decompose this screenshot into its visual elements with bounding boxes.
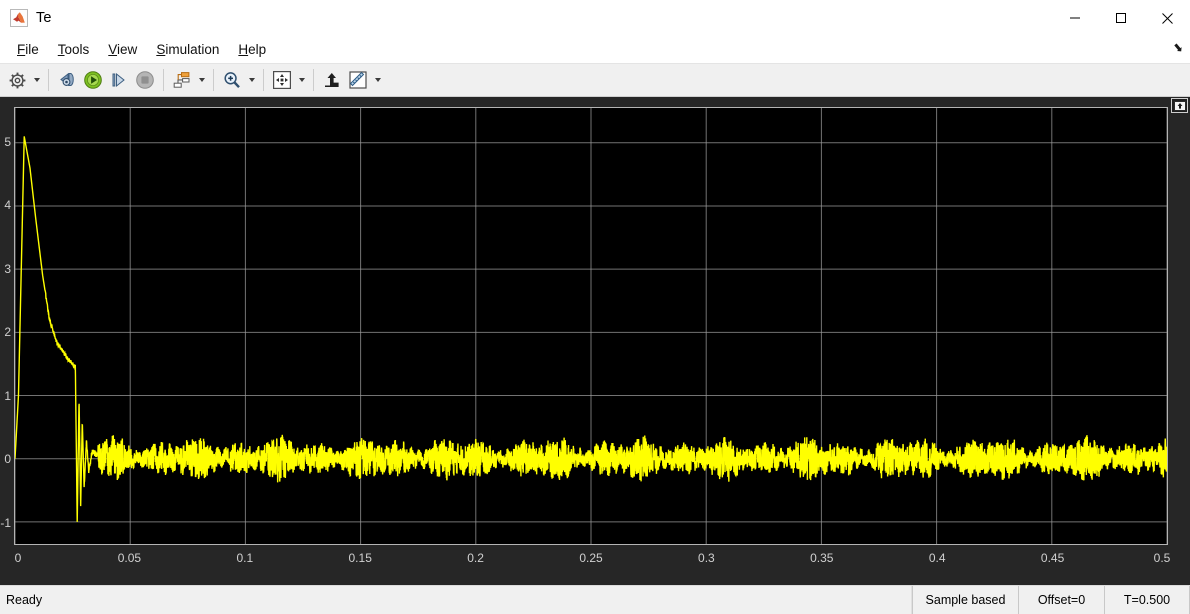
pan-fit-dropdown-arrow-icon[interactable] <box>295 67 308 93</box>
menu-tools[interactable]: Tools <box>49 40 99 60</box>
zoom-dropdown-arrow-icon[interactable] <box>245 67 258 93</box>
toolbar-separator <box>213 69 214 91</box>
x-tick-label: 0.15 <box>348 551 372 565</box>
matlab-icon <box>10 9 28 27</box>
window-controls <box>1052 0 1190 36</box>
x-tick-label: 0.5 <box>1153 551 1171 565</box>
maximize-button[interactable] <box>1098 0 1144 36</box>
toolbar-separator <box>263 69 264 91</box>
pan-fit-icon[interactable] <box>269 67 295 93</box>
toolbar-separator <box>313 69 314 91</box>
x-axis-labels: 0 0.05 0.1 0.15 0.2 0.25 0.3 0.35 0.4 0.45 0.5 <box>14 551 1171 567</box>
y-axis-labels: -1 0 1 2 3 4 5 <box>0 107 14 545</box>
step-forward-icon[interactable] <box>106 67 132 93</box>
scope-window: Te File Tools View Simulation Help -1 0 … <box>0 0 1190 614</box>
toolbar <box>0 64 1190 97</box>
x-tick-label: 0.4 <box>928 551 946 565</box>
y-tick-label: 1 <box>4 388 11 403</box>
status-bar: Ready Sample based Offset=0 T=0.500 <box>0 585 1190 614</box>
y-tick-label: 3 <box>4 261 11 276</box>
step-back-icon[interactable] <box>54 67 80 93</box>
toolbar-separator <box>48 69 49 91</box>
menu-view[interactable]: View <box>99 40 146 60</box>
x-tick-label: 0.35 <box>810 551 834 565</box>
close-button[interactable] <box>1144 0 1190 36</box>
zoom-in-icon[interactable] <box>219 67 245 93</box>
x-tick-label: 0.1 <box>236 551 254 565</box>
signal-selector-icon[interactable] <box>169 67 195 93</box>
stop-icon[interactable] <box>132 67 158 93</box>
x-tick-label: 0.3 <box>698 551 715 565</box>
title-bar: Te <box>0 0 1190 36</box>
menu-bar: File Tools View Simulation Help <box>0 36 1190 64</box>
y-tick-label: 2 <box>4 325 11 340</box>
signal-plot <box>15 108 1167 544</box>
signal-selector-dropdown-arrow-icon[interactable] <box>195 67 208 93</box>
x-tick-label: 0.25 <box>579 551 603 565</box>
status-message: Ready <box>0 586 912 614</box>
configuration-dropdown-arrow-icon[interactable] <box>30 67 43 93</box>
menu-file[interactable]: File <box>8 40 48 60</box>
y-tick-label: 4 <box>4 198 11 213</box>
y-tick-label: 5 <box>4 134 11 149</box>
run-icon[interactable] <box>80 67 106 93</box>
x-tick-label: 0.2 <box>467 551 484 565</box>
x-tick-label: 0.45 <box>1040 551 1065 565</box>
x-tick-label: 0 <box>14 551 22 565</box>
maximize-axes-icon[interactable] <box>1171 98 1188 113</box>
measurements-icon[interactable] <box>345 67 371 93</box>
grid-lines <box>15 108 1167 544</box>
menu-simulation[interactable]: Simulation <box>147 40 228 60</box>
x-tick-label: 0.05 <box>117 551 142 565</box>
status-sample-mode: Sample based <box>912 586 1018 614</box>
window-title: Te <box>36 10 52 26</box>
minimize-button[interactable] <box>1052 0 1098 36</box>
menu-help[interactable]: Help <box>229 40 275 60</box>
plot-axes[interactable] <box>14 107 1168 545</box>
configuration-properties-icon[interactable] <box>4 67 30 93</box>
measurements-dropdown-arrow-icon[interactable] <box>371 67 384 93</box>
plot-panel: -1 0 1 2 3 4 5 0 0.05 0.1 0.15 0.2 0.25 0.3 0.35 0.4 0.… <box>0 97 1190 585</box>
status-offset: Offset=0 <box>1018 586 1104 614</box>
y-tick-label: -1 <box>0 515 11 530</box>
toolbar-separator <box>163 69 164 91</box>
y-tick-label: 0 <box>4 452 11 467</box>
menu-overflow-arrow-icon[interactable] <box>1172 42 1184 57</box>
cursor-measurements-icon[interactable] <box>319 67 345 93</box>
status-time: T=0.500 <box>1104 586 1190 614</box>
